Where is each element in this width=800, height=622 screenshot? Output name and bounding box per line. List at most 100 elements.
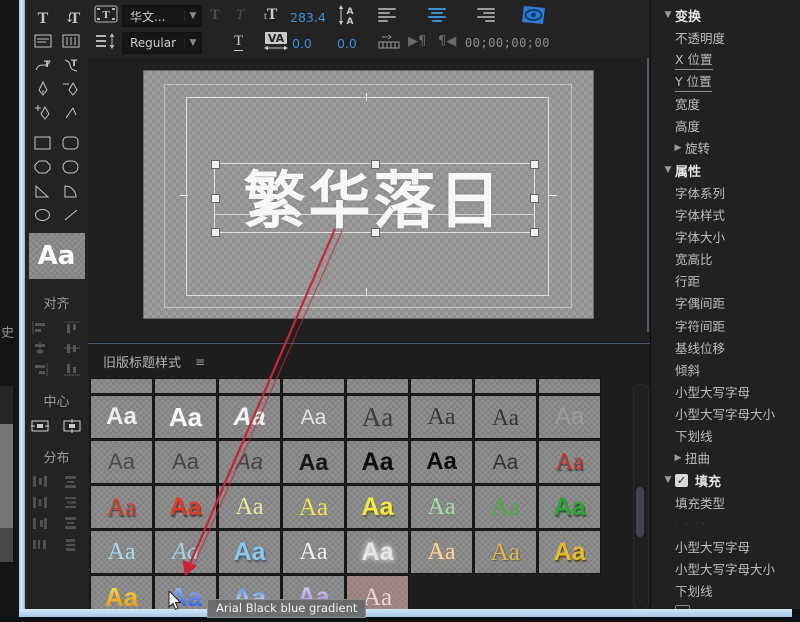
type-right-to-left-icon[interactable]: ¶◀ (438, 34, 456, 49)
chevron-right-icon[interactable]: ▶ (671, 453, 685, 463)
style-swatch[interactable]: Aa (283, 486, 344, 528)
property-row[interactable]: 宽度 (651, 93, 800, 115)
vertical-type-tool[interactable]: ↓T (57, 6, 85, 27)
property-row[interactable]: 字体样式 (651, 203, 800, 225)
style-swatch[interactable]: Aa (539, 396, 600, 438)
property-row[interactable]: 小型大写字母 (651, 535, 800, 557)
selection-handle[interactable] (530, 160, 539, 169)
checkbox-checked-icon[interactable]: ✓ (675, 474, 688, 487)
property-row[interactable]: 字体系列 (651, 181, 800, 203)
horizontal-center-button[interactable] (30, 418, 50, 433)
style-swatch[interactable]: Aa (411, 396, 472, 438)
align-text-right-button[interactable] (477, 8, 495, 22)
style-swatch[interactable]: Aa (347, 396, 408, 438)
selection-handle[interactable] (211, 160, 220, 169)
property-row[interactable]: · – ·– · (651, 513, 800, 535)
distribute-horizontal-center-button[interactable] (30, 495, 50, 510)
font-family-select[interactable]: 华文... ▼ (122, 5, 202, 27)
property-row[interactable]: 行距 (651, 270, 800, 292)
style-swatch-clipped[interactable]: Aa (347, 379, 408, 393)
style-swatch-clipped[interactable]: Aa (475, 379, 536, 393)
style-swatch-clipped[interactable]: Aa (283, 379, 344, 393)
title-canvas[interactable]: 繁华落日 (143, 70, 594, 319)
property-row[interactable]: 倾斜 (651, 358, 800, 380)
style-swatch[interactable]: Aa (347, 441, 408, 483)
property-row[interactable]: 高度 (651, 115, 800, 137)
property-row[interactable]: ▼✓填充 (651, 469, 800, 491)
style-swatch[interactable]: Aa (411, 531, 472, 573)
bold-button[interactable]: T (210, 7, 220, 24)
arc-tool[interactable] (57, 180, 85, 201)
property-row[interactable]: ▶扭曲 (651, 447, 800, 469)
selection-handle[interactable] (211, 228, 220, 237)
property-row[interactable]: ▼变换 (651, 4, 800, 26)
selection-handle[interactable] (371, 228, 380, 237)
distribute-right-button[interactable] (30, 516, 50, 531)
distribute-left-button[interactable] (30, 474, 50, 489)
align-text-center-button[interactable] (428, 8, 446, 22)
style-swatch[interactable]: Aa (155, 396, 216, 438)
type-left-to-right-icon[interactable]: ▶¶ (408, 34, 426, 49)
align-horizontal-right-button[interactable] (30, 362, 50, 377)
panel-menu-icon[interactable]: ≡ (195, 355, 205, 369)
show-background-video-button[interactable] (521, 4, 548, 30)
property-row[interactable]: 填充类型 (651, 491, 800, 513)
convert-anchor-point-tool[interactable] (57, 102, 85, 123)
property-row[interactable]: 字体大小 (651, 225, 800, 247)
style-swatch[interactable]: Aa (539, 486, 600, 528)
property-row[interactable]: 小型大写字母大小 (651, 558, 800, 580)
italic-button[interactable]: T (236, 7, 244, 24)
style-swatch[interactable]: Aa (283, 441, 344, 483)
style-swatch[interactable]: Aa (283, 531, 344, 573)
align-vertical-bottom-button[interactable] (62, 362, 82, 377)
property-row[interactable]: 基线位移 (651, 336, 800, 358)
property-row[interactable]: 不透明度 (651, 26, 800, 48)
property-row[interactable]: 字符间距 (651, 314, 800, 336)
chevron-down-icon[interactable]: ▼ (661, 165, 675, 175)
distribute-vertical-center-button[interactable] (62, 495, 82, 510)
style-swatch[interactable]: Aa (91, 486, 152, 528)
path-type-tool[interactable]: T (29, 54, 57, 75)
align-vertical-center-button[interactable] (62, 341, 82, 356)
style-swatch[interactable]: Aa (91, 441, 152, 483)
style-swatch[interactable]: Aa (91, 576, 152, 610)
underline-button[interactable]: T (234, 33, 243, 51)
delete-anchor-point-tool[interactable] (57, 78, 85, 99)
style-swatch[interactable]: Aa (219, 441, 280, 483)
selection-handle[interactable] (211, 194, 220, 203)
style-swatch[interactable]: Aa (219, 396, 280, 438)
style-swatch-clipped[interactable]: Aa (411, 379, 472, 393)
align-vertical-top-button[interactable] (62, 320, 82, 335)
style-swatch[interactable]: Aa (475, 396, 536, 438)
style-swatch[interactable]: Aa (539, 531, 600, 573)
vertical-area-type-tool[interactable] (57, 30, 85, 51)
rectangle-tool[interactable] (29, 132, 57, 153)
kerning-value[interactable]: 0.0 (292, 36, 312, 51)
distribute-horizontal-even-button[interactable] (30, 537, 50, 552)
style-swatch[interactable]: Aa (219, 486, 280, 528)
distribute-bottom-button[interactable] (62, 516, 82, 531)
style-swatch[interactable]: Aa (91, 396, 152, 438)
style-swatch-clipped[interactable]: Aa (539, 379, 600, 393)
pen-tool[interactable] (29, 78, 57, 99)
property-row[interactable]: Y 位置 (651, 70, 800, 92)
rounded-rectangle-tool[interactable] (57, 132, 85, 153)
style-swatch[interactable]: Aa (539, 441, 600, 483)
style-swatch[interactable]: Aa (91, 531, 152, 573)
distribute-top-button[interactable] (62, 474, 82, 489)
styles-scrollbar[interactable] (633, 384, 649, 610)
vertical-center-button[interactable] (62, 418, 82, 433)
property-row[interactable]: 下划线 (651, 425, 800, 447)
wedge-tool[interactable] (29, 180, 57, 201)
vertical-path-type-tool[interactable]: T (57, 54, 85, 75)
property-row[interactable]: 宽高比 (651, 248, 800, 270)
roll-crawl-options-icon[interactable] (94, 33, 118, 53)
style-swatch-clipped[interactable]: Aa (155, 379, 216, 393)
type-tool[interactable]: T (29, 6, 57, 27)
style-swatch[interactable]: Aa (475, 441, 536, 483)
add-anchor-point-tool[interactable] (29, 102, 57, 123)
clipped-corner-rectangle-tool[interactable] (29, 156, 57, 177)
style-swatch-clipped[interactable]: Aa (219, 379, 280, 393)
distribute-vertical-even-button[interactable] (62, 537, 82, 552)
property-row[interactable]: 下划线 (651, 580, 800, 602)
